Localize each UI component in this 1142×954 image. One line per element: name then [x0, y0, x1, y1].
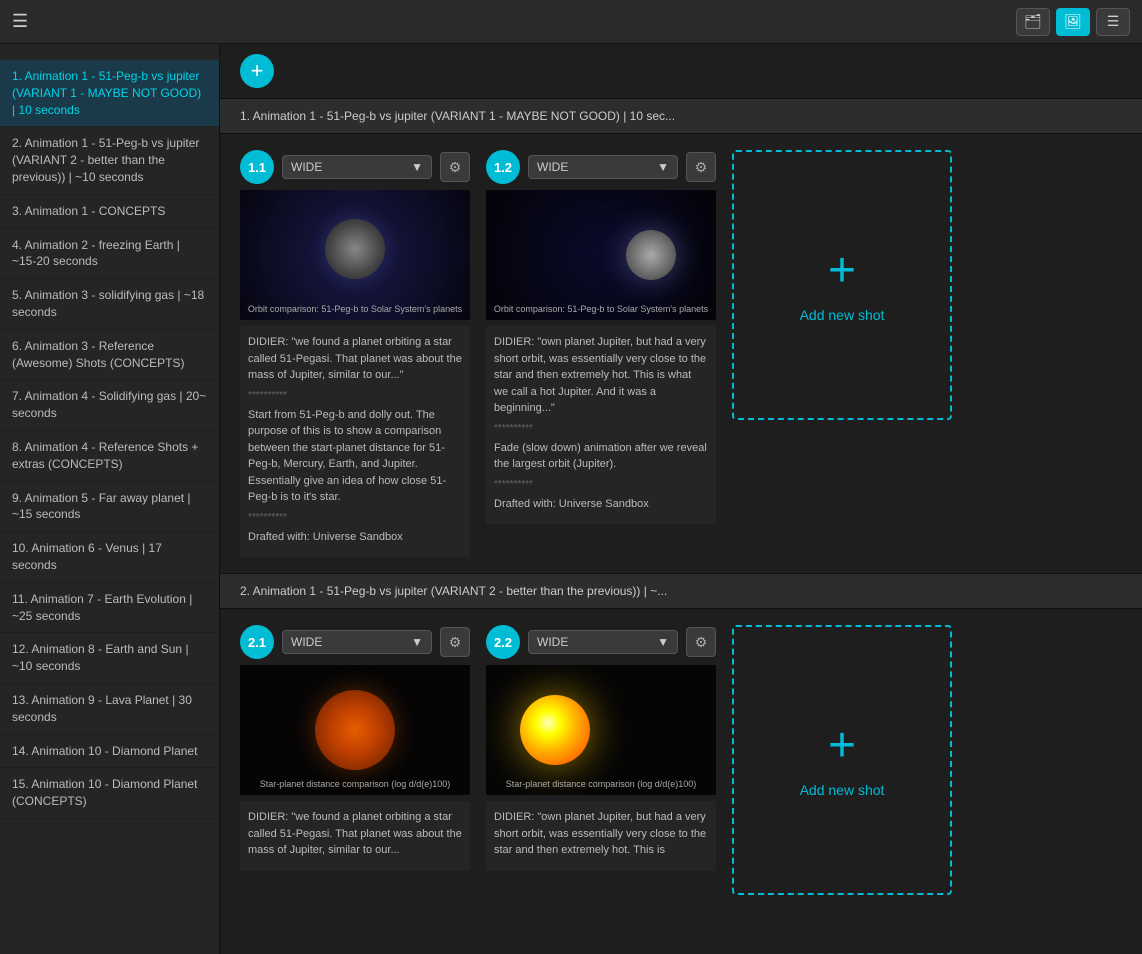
add-sequence-row: + [220, 44, 1142, 98]
shot-dropdown[interactable]: WIDE▼ [528, 630, 678, 654]
shot-card-2-1: 2.1 WIDE▼ ⚙ Star-planet distance comparison… [240, 625, 470, 871]
add-shot-label: Add new shot [800, 782, 885, 798]
shot-number-badge: 2.2 [486, 625, 520, 659]
main-layout: 1. Animation 1 - 51-Peg-b vs jupiter (VA… [0, 44, 1142, 954]
shot-header-1-1: 1.1 WIDE▼ ⚙ [240, 150, 470, 184]
shot-text: DIDIER: "we found a planet orbiting a st… [240, 801, 470, 871]
topbar-actions: 🗂 🖼 ☰ [1016, 8, 1130, 36]
shot-number-badge: 2.1 [240, 625, 274, 659]
content-area: + 1. Animation 1 - 51-Peg-b vs jupiter (… [220, 44, 1142, 954]
shot-header-2-2: 2.2 WIDE▼ ⚙ [486, 625, 716, 659]
add-new-shot-button[interactable]: + Add new shot [732, 150, 952, 420]
sidebar-item-10[interactable]: 10. Animation 6 - Venus | 17 seconds [0, 532, 219, 583]
add-new-shot-button[interactable]: + Add new shot [732, 625, 952, 895]
sidebar-item-2[interactable]: 2. Animation 1 - 51-Peg-b vs jupiter (VA… [0, 127, 219, 194]
shots-row-s2: 2.1 WIDE▼ ⚙ Star-planet distance comparison… [220, 609, 1142, 911]
shot-text: DIDIER: "we found a planet orbiting a st… [240, 326, 470, 557]
add-shot-label: Add new shot [800, 307, 885, 323]
image-caption: Orbit comparison: 51-Peg-b to Solar Syst… [240, 304, 470, 314]
add-shot-plus-icon: + [828, 722, 856, 770]
sidebar-item-8[interactable]: 8. Animation 4 - Reference Shots + extra… [0, 431, 219, 482]
shot-number-badge: 1.1 [240, 150, 274, 184]
list-button[interactable]: ☰ [1096, 8, 1130, 36]
sidebar-item-9[interactable]: 9. Animation 5 - Far away planet | ~15 s… [0, 482, 219, 533]
shots-row-s1: 1.1 WIDE▼ ⚙ Orbit comparison: 51-Peg-b to S… [220, 134, 1142, 573]
shot-gear-icon[interactable]: ⚙ [440, 627, 470, 657]
shot-card-1-2: 1.2 WIDE▼ ⚙ Orbit comparison: 51-Peg-b to S… [486, 150, 716, 524]
shot-gear-icon[interactable]: ⚙ [440, 152, 470, 182]
sidebar-item-15[interactable]: 15. Animation 10 - Diamond Planet (CONCE… [0, 768, 219, 819]
sidebar-item-7[interactable]: 7. Animation 4 - Solidifying gas | 20~ s… [0, 380, 219, 431]
sidebar-item-13[interactable]: 13. Animation 9 - Lava Planet | 30 secon… [0, 684, 219, 735]
add-sequence-button[interactable]: + [240, 54, 274, 88]
shot-text: DIDIER: "own planet Jupiter, but had a v… [486, 801, 716, 871]
shot-dropdown[interactable]: WIDE▼ [282, 155, 432, 179]
menu-icon[interactable]: ☰ [12, 11, 28, 32]
image-caption: Star-planet distance comparison (log d/d… [486, 779, 716, 789]
shot-card-1-1: 1.1 WIDE▼ ⚙ Orbit comparison: 51-Peg-b to S… [240, 150, 470, 557]
shot-image: Star-planet distance comparison (log d/d… [240, 665, 470, 795]
sequence-header-s1: 1. Animation 1 - 51-Peg-b vs jupiter (VA… [220, 98, 1142, 134]
sidebar-item-12[interactable]: 12. Animation 8 - Earth and Sun | ~10 se… [0, 633, 219, 684]
shot-gear-icon[interactable]: ⚙ [686, 152, 716, 182]
shot-number-badge: 1.2 [486, 150, 520, 184]
image-button[interactable]: 🖼 [1056, 8, 1090, 36]
shot-dropdown[interactable]: WIDE▼ [282, 630, 432, 654]
shot-image: Orbit comparison: 51-Peg-b to Solar Syst… [486, 190, 716, 320]
sidebar-item-3[interactable]: 3. Animation 1 - CONCEPTS [0, 195, 219, 229]
shot-image: Star-planet distance comparison (log d/d… [486, 665, 716, 795]
sidebar-item-14[interactable]: 14. Animation 10 - Diamond Planet [0, 735, 219, 769]
image-caption: Star-planet distance comparison (log d/d… [240, 779, 470, 789]
sidebar-item-4[interactable]: 4. Animation 2 - freezing Earth | ~15-20… [0, 229, 219, 280]
sidebar-item-6[interactable]: 6. Animation 3 - Reference (Awesome) Sho… [0, 330, 219, 381]
topbar: ☰ 🗂 🖼 ☰ [0, 0, 1142, 44]
image-caption: Orbit comparison: 51-Peg-b to Solar Syst… [486, 304, 716, 314]
sidebar-header [0, 44, 219, 60]
shot-image: Orbit comparison: 51-Peg-b to Solar Syst… [240, 190, 470, 320]
add-shot-plus-icon: + [828, 247, 856, 295]
sidebar-item-11[interactable]: 11. Animation 7 - Earth Evolution | ~25 … [0, 583, 219, 634]
shot-header-1-2: 1.2 WIDE▼ ⚙ [486, 150, 716, 184]
shot-dropdown[interactable]: WIDE▼ [528, 155, 678, 179]
sequence-header-s2: 2. Animation 1 - 51-Peg-b vs jupiter (VA… [220, 573, 1142, 609]
sidebar-item-5[interactable]: 5. Animation 3 - solidifying gas | ~18 s… [0, 279, 219, 330]
sidebar-item-1[interactable]: 1. Animation 1 - 51-Peg-b vs jupiter (VA… [0, 60, 219, 127]
sidebar: 1. Animation 1 - 51-Peg-b vs jupiter (VA… [0, 44, 220, 954]
briefcase-button[interactable]: 🗂 [1016, 8, 1050, 36]
shot-text: DIDIER: "own planet Jupiter, but had a v… [486, 326, 716, 524]
shot-gear-icon[interactable]: ⚙ [686, 627, 716, 657]
shot-header-2-1: 2.1 WIDE▼ ⚙ [240, 625, 470, 659]
shot-card-2-2: 2.2 WIDE▼ ⚙ Star-planet distance comparison… [486, 625, 716, 871]
